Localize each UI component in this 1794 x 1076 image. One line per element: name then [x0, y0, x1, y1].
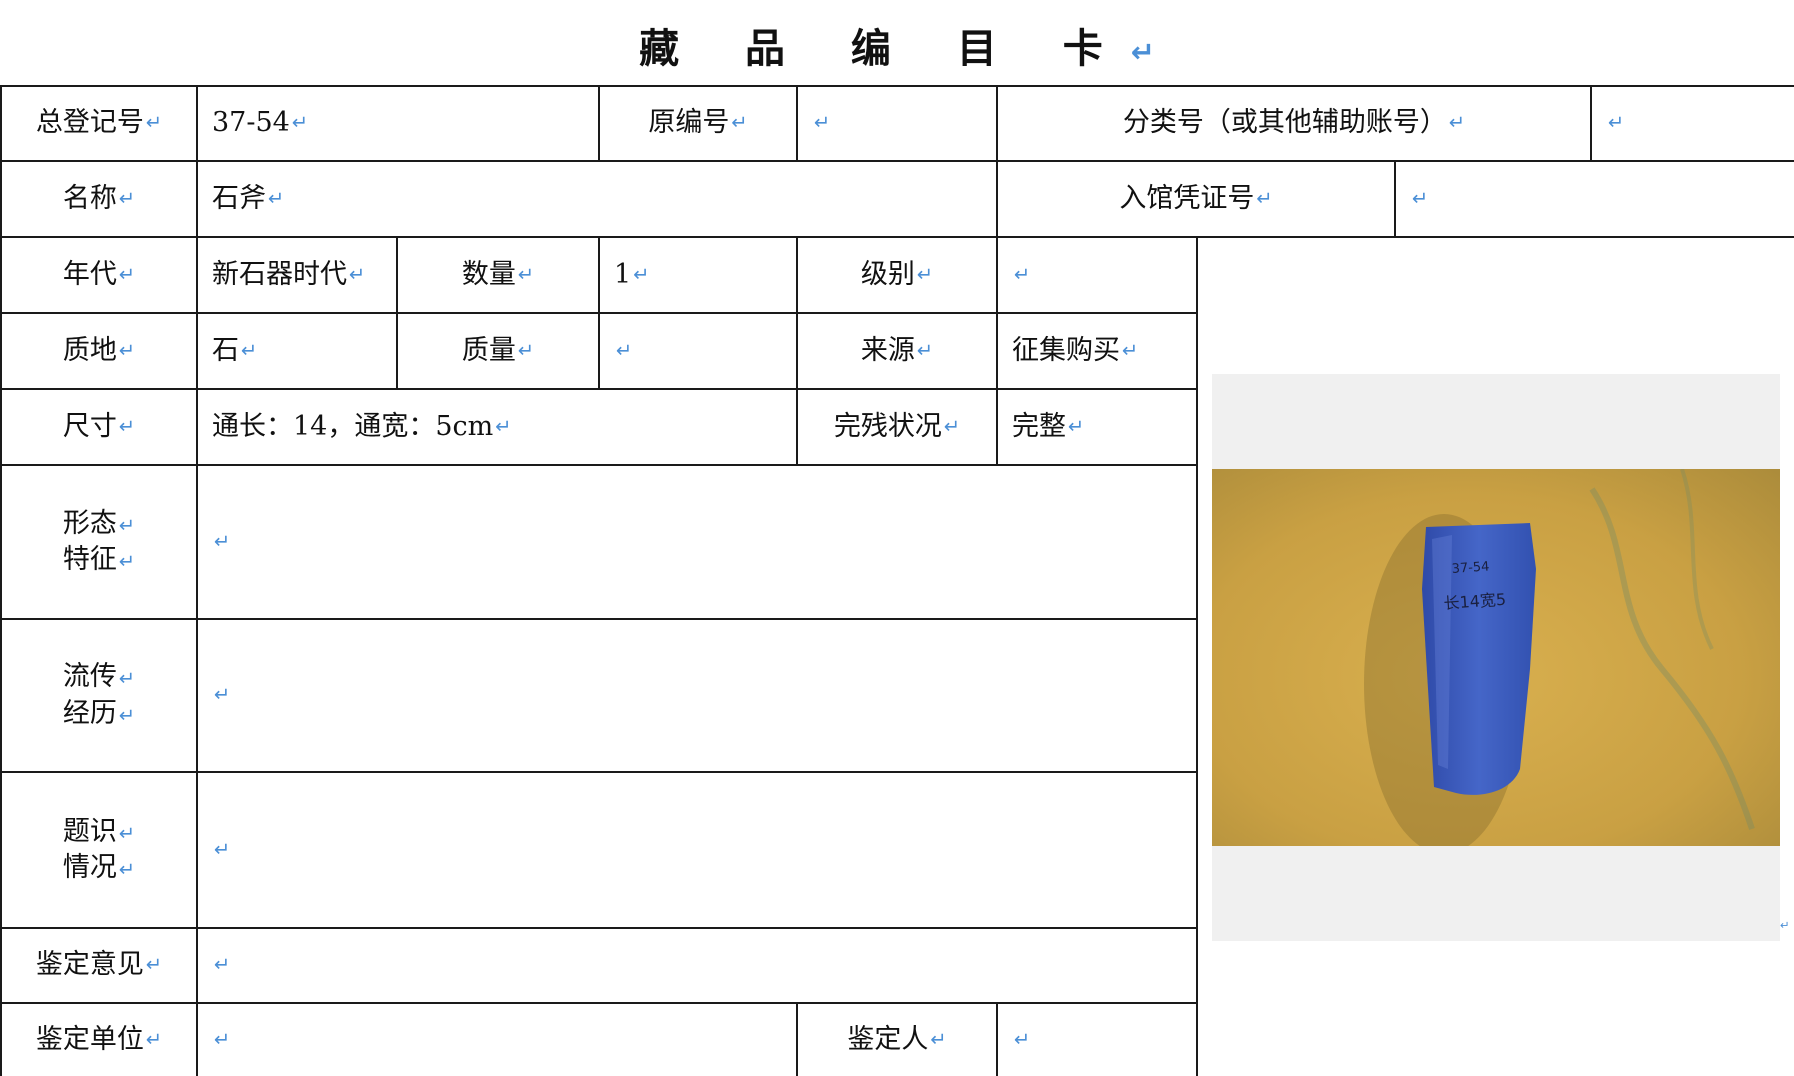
label-classification-number: 分类号（或其他辅助账号） ↵: [1122, 107, 1466, 139]
field-appraisal-unit[interactable]: ↵: [198, 1004, 796, 1076]
label-mass: 质量 ↵: [461, 334, 535, 366]
label-appraisal-opinion: 鉴定意见 ↵: [35, 949, 163, 981]
field-registration-number[interactable]: 37-54 ↵: [198, 87, 598, 160]
label-original-number: 原编号 ↵: [648, 107, 748, 139]
page-title: 藏 品 编 目 卡↵: [639, 26, 1155, 72]
label-name: 名称 ↵: [62, 182, 136, 214]
field-material[interactable]: 石 ↵: [198, 314, 396, 388]
field-inscriptions[interactable]: ↵: [198, 773, 1196, 927]
label-condition: 完残状况 ↵: [833, 410, 961, 442]
field-mass[interactable]: ↵: [600, 314, 796, 388]
stone-label-line1: 37-54: [1451, 559, 1490, 577]
field-name[interactable]: 石斧 ↵: [198, 162, 996, 236]
label-material: 质地 ↵: [62, 334, 136, 366]
label-appraisal-unit: 鉴定单位 ↵: [35, 1023, 163, 1055]
field-era[interactable]: 新石器时代 ↵: [198, 238, 396, 312]
label-source: 来源 ↵: [860, 334, 934, 366]
label-registration-number: 总登记号 ↵: [35, 107, 163, 139]
label-dimensions: 尺寸 ↵: [62, 410, 136, 442]
field-form-features[interactable]: ↵: [198, 466, 1196, 618]
field-appraisal-opinion[interactable]: ↵: [198, 929, 1196, 1002]
grid-line: [1196, 236, 1198, 1076]
field-dimensions[interactable]: 通长：14，通宽：5cm ↵: [198, 390, 796, 464]
field-provenance[interactable]: ↵: [198, 620, 1196, 771]
artifact-photo: 37-54 长14宽5: [1212, 469, 1780, 846]
label-era: 年代 ↵: [62, 258, 136, 290]
label-provenance: 流传 ↵ 经历 ↵: [62, 661, 136, 729]
field-quantity[interactable]: 1 ↵: [600, 238, 796, 312]
paragraph-mark: ↵: [1780, 918, 1790, 932]
field-classification-number[interactable]: ↵: [1592, 87, 1794, 160]
field-condition[interactable]: 完整 ↵: [998, 390, 1196, 464]
label-form-features: 形态 ↵ 特征 ↵: [62, 507, 136, 575]
field-appraiser[interactable]: ↵: [998, 1004, 1196, 1076]
field-grade[interactable]: ↵: [998, 238, 1196, 312]
label-inscriptions: 题识 ↵ 情况 ↵: [62, 815, 136, 883]
field-original-number[interactable]: ↵: [798, 87, 996, 160]
label-appraiser: 鉴定人 ↵: [847, 1023, 947, 1055]
field-source[interactable]: 征集购买 ↵: [998, 314, 1196, 388]
field-entry-voucher[interactable]: ↵: [1396, 162, 1794, 236]
label-grade: 级别 ↵: [860, 258, 934, 290]
label-quantity: 数量 ↵: [461, 258, 535, 290]
label-entry-voucher: 入馆凭证号 ↵: [1119, 182, 1273, 214]
